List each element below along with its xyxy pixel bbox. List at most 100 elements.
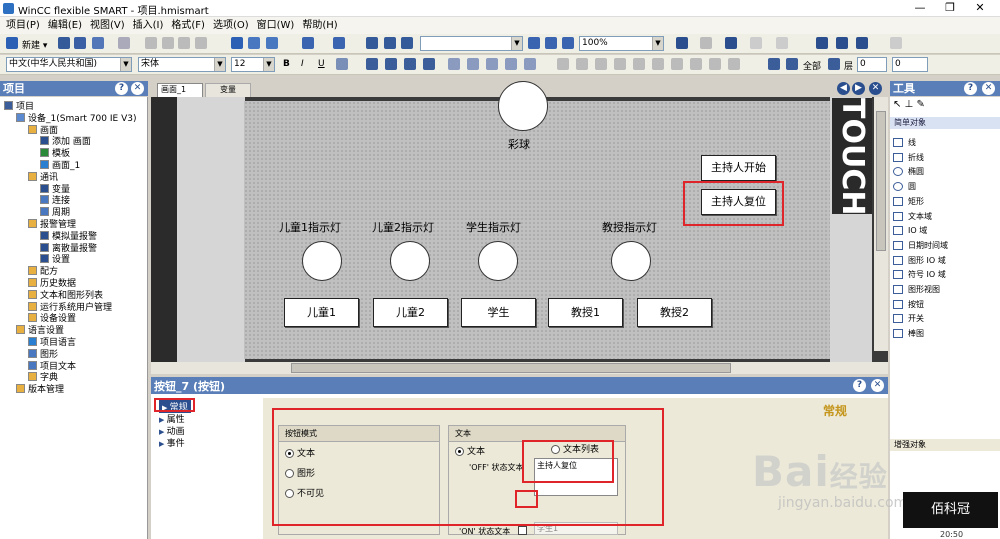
button-student[interactable]: 学生 [461, 298, 536, 327]
open-icon[interactable] [58, 37, 70, 49]
delete-icon[interactable] [145, 37, 157, 49]
layer-spinner-2[interactable]: 0 [892, 57, 928, 72]
button-child2[interactable]: 儿童2 [373, 298, 448, 327]
line-color-icon[interactable] [700, 37, 712, 49]
tool-item[interactable]: 开关 [893, 313, 924, 324]
canvas-hscroll-thumb[interactable] [291, 363, 731, 373]
transfer-icon[interactable] [266, 37, 278, 49]
flip-icon[interactable] [690, 58, 702, 70]
layer-spinner-1[interactable]: 0 [857, 57, 887, 72]
close-button[interactable]: ✕ [965, 0, 995, 16]
find-icon[interactable] [366, 37, 378, 49]
tool-item[interactable]: 椭圆 [893, 166, 924, 177]
menu-item-4[interactable]: 格式(F) [171, 20, 205, 31]
button-professor2[interactable]: 教授2 [637, 298, 712, 327]
tool-item[interactable]: 图形视图 [893, 284, 940, 295]
tools-close-icon[interactable]: ✕ [982, 82, 995, 95]
context-help-icon[interactable] [856, 37, 868, 49]
menu-item-3[interactable]: 插入(I) [133, 20, 164, 31]
library-icon[interactable] [816, 37, 828, 49]
maximize-button[interactable]: ❐ [935, 0, 965, 16]
lamp-professor[interactable] [611, 241, 651, 281]
props-nav-item[interactable]: ▶ 事件 [159, 436, 185, 449]
undo-icon[interactable] [92, 37, 104, 49]
rotate-icon[interactable] [671, 58, 683, 70]
layer-icon[interactable] [828, 58, 840, 70]
ball-lamp[interactable] [498, 81, 548, 131]
menu-item-2[interactable]: 视图(V) [90, 20, 125, 31]
tool-item[interactable]: 矩形 [893, 196, 924, 207]
help-icon[interactable] [836, 37, 848, 49]
lamp-child2[interactable] [390, 241, 430, 281]
toolbar-options-icon[interactable] [890, 37, 902, 49]
align-right-icon[interactable] [404, 58, 416, 70]
pointer-icon[interactable]: ↖ ⊥ ✎ [893, 99, 997, 113]
language-combo[interactable]: 中文(中华人民共和国) ▼ [6, 57, 132, 72]
tab-screen1[interactable]: 画面_1 [157, 83, 203, 97]
new-icon[interactable] [6, 37, 18, 49]
tab-variables[interactable]: 变量 [205, 83, 251, 97]
align-bottom-icon[interactable] [467, 58, 479, 70]
canvas-hscrollbar[interactable] [151, 362, 888, 374]
tools-group-simple[interactable]: 简单对象 [890, 117, 1000, 129]
font-size-combo[interactable]: 12 ▼ [231, 57, 275, 72]
zoom-combo[interactable]: 100% ▼ [579, 36, 664, 51]
project-help-icon[interactable]: ? [115, 82, 128, 95]
font-color-icon[interactable] [725, 37, 737, 49]
minimize-button[interactable]: — [905, 0, 935, 16]
menu-item-5[interactable]: 选项(O) [213, 20, 249, 31]
tool-item[interactable]: 符号 IO 域 [893, 269, 946, 280]
ungroup-icon[interactable] [652, 58, 664, 70]
tab-prev-icon[interactable]: ◀ [837, 82, 850, 95]
menu-item-7[interactable]: 帮助(H) [302, 20, 337, 31]
layer-down-icon[interactable] [728, 58, 740, 70]
object-select[interactable]: ▼ [420, 36, 523, 51]
zoom-in-icon[interactable] [545, 37, 557, 49]
download-icon[interactable] [302, 37, 314, 49]
group-icon[interactable] [633, 58, 645, 70]
host-start-button[interactable]: 主持人开始 [701, 155, 776, 181]
tab-next-icon[interactable]: ▶ [852, 82, 865, 95]
line-style-icon[interactable] [750, 37, 762, 49]
align-middle-icon[interactable] [448, 58, 460, 70]
bring-front-icon[interactable] [595, 58, 607, 70]
bold-button[interactable]: B [283, 59, 290, 69]
tool-item[interactable]: 棒图 [893, 328, 924, 339]
canvas-vscrollbar[interactable] [874, 97, 888, 351]
redo-icon[interactable] [118, 37, 130, 49]
button-child1[interactable]: 儿童1 [284, 298, 359, 327]
strike-icon[interactable] [336, 58, 348, 70]
goto-icon[interactable] [401, 37, 413, 49]
zoom-select-icon[interactable] [528, 37, 540, 49]
menu-item-1[interactable]: 编辑(E) [48, 20, 82, 31]
all-layers-icon[interactable] [786, 58, 798, 70]
replace-icon[interactable] [384, 37, 396, 49]
tools-group-enhanced[interactable]: 增强对象 [890, 439, 1000, 451]
align-center-icon[interactable] [385, 58, 397, 70]
layers-icon[interactable] [768, 58, 780, 70]
distribute-v-icon[interactable] [505, 58, 517, 70]
save-icon[interactable] [74, 37, 86, 49]
lamp-student[interactable] [478, 241, 518, 281]
tool-item[interactable]: 日期时间域 [893, 240, 948, 251]
same-size-icon[interactable] [524, 58, 536, 70]
menu-item-0[interactable]: 项目(P) [6, 20, 40, 31]
tool-item[interactable]: 按钮 [893, 299, 924, 310]
zoom-out-icon[interactable] [562, 37, 574, 49]
tool-item[interactable]: 文本域 [893, 211, 932, 222]
check-icon[interactable] [231, 37, 243, 49]
canvas-vscroll-thumb[interactable] [876, 111, 886, 251]
paste-icon[interactable] [195, 37, 207, 49]
distribute-h-icon[interactable] [486, 58, 498, 70]
line-width-icon[interactable] [776, 37, 788, 49]
tools-help-icon[interactable]: ? [964, 82, 977, 95]
align-left-icon[interactable] [366, 58, 378, 70]
layer-up-icon[interactable] [709, 58, 721, 70]
grid-icon[interactable] [557, 58, 569, 70]
copy-icon[interactable] [178, 37, 190, 49]
align-top-icon[interactable] [423, 58, 435, 70]
on-text-checkbox[interactable] [518, 526, 527, 535]
props-close-icon[interactable]: ✕ [871, 379, 884, 392]
tool-item[interactable]: 折线 [893, 152, 924, 163]
lamp-child1[interactable] [302, 241, 342, 281]
